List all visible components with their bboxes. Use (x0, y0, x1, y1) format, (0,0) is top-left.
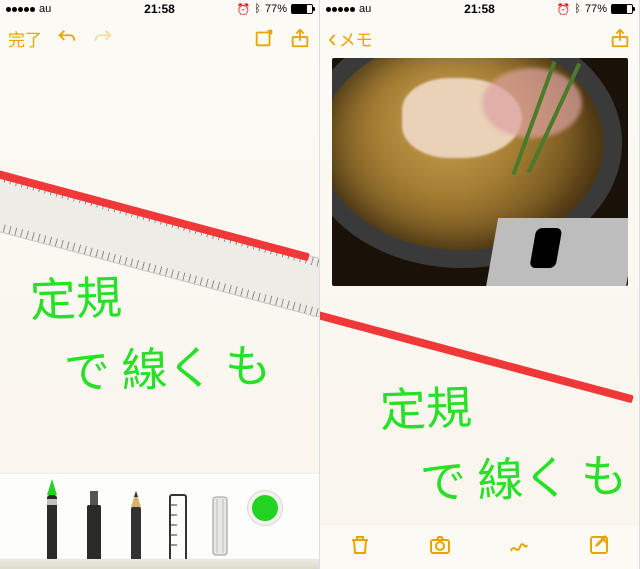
ruler-button[interactable] (164, 471, 192, 561)
drawn-line (320, 310, 634, 403)
carrier-label: au (359, 3, 371, 15)
pencil-tool[interactable] (122, 471, 150, 561)
note-body[interactable]: 定規 で 線く も (320, 58, 639, 569)
nav-bar: ‹ メモ (320, 18, 639, 58)
handwriting-2: で 線く も (63, 334, 272, 406)
battery-pct: 77% (265, 3, 287, 15)
compose-button[interactable] (587, 533, 611, 562)
share-button[interactable] (609, 27, 631, 49)
clock: 21:58 (144, 2, 175, 16)
status-bar: au 21:58 ⏰ ᛒ 77% (320, 0, 639, 18)
done-button[interactable]: 完了 (8, 26, 42, 51)
sketch-button[interactable] (507, 533, 531, 562)
handwriting-1: 定規 (29, 266, 123, 334)
chevron-left-icon: ‹ (328, 25, 337, 51)
battery-icon (291, 4, 313, 14)
camera-button[interactable] (428, 533, 452, 562)
handwriting-2: で 線く も (419, 444, 628, 516)
screen-note: au 21:58 ⏰ ᛒ 77% ‹ メモ (320, 0, 640, 569)
alarm-icon: ⏰ (557, 3, 571, 16)
pen-tool[interactable] (38, 471, 66, 561)
nav-bar: 完了 (0, 18, 319, 58)
back-button[interactable]: ‹ メモ (328, 25, 373, 51)
signal-dots-icon (6, 7, 35, 12)
attached-photo[interactable] (332, 58, 628, 286)
back-label: メモ (339, 26, 373, 51)
screen-drawing: au 21:58 ⏰ ᛒ 77% 完了 (0, 0, 320, 569)
rotate-button[interactable] (253, 27, 275, 49)
eraser-tool[interactable] (206, 471, 234, 561)
trash-button[interactable] (348, 533, 372, 562)
battery-icon (611, 4, 633, 14)
bluetooth-icon: ᛒ (254, 3, 261, 15)
alarm-icon: ⏰ (237, 3, 251, 16)
signal-dots-icon (326, 7, 355, 12)
color-picker[interactable] (248, 491, 282, 525)
battery-pct: 77% (585, 3, 607, 15)
tool-tray (0, 473, 319, 569)
undo-button[interactable] (56, 27, 78, 49)
bottom-toolbar (320, 525, 639, 569)
clock: 21:58 (464, 2, 495, 16)
share-button[interactable] (289, 27, 311, 49)
bluetooth-icon: ᛒ (574, 3, 581, 15)
marker-tool[interactable] (80, 471, 108, 561)
status-bar: au 21:58 ⏰ ᛒ 77% (0, 0, 319, 18)
carrier-label: au (39, 3, 51, 15)
handwriting-1: 定規 (379, 376, 473, 444)
redo-button[interactable] (92, 27, 114, 49)
